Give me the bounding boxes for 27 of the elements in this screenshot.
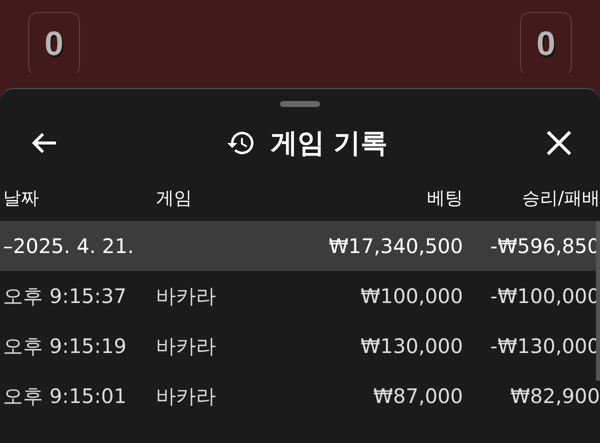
group-result-total: -₩596,850 [489, 234, 600, 258]
back-arrow-icon [30, 131, 58, 155]
date-group-row[interactable]: –2025. 4. 21. ₩17,340,500 -₩596,850 [0, 221, 600, 271]
close-button[interactable] [546, 130, 572, 156]
scrollbar[interactable] [596, 221, 600, 381]
table-cell-text: ₩87,000 [372, 384, 463, 408]
table-cell-text: ₩82,900 [509, 384, 600, 408]
table-cell-text: 오후 9:15:37 [3, 282, 128, 310]
table-cell-text: 바카라 [156, 332, 217, 360]
table-cell-text: -₩130,000 [489, 334, 600, 358]
column-header: 승리/패배 [520, 187, 600, 210]
column-header: 게임 [156, 187, 193, 210]
table-cell-text: ₩100,000 [360, 284, 463, 308]
table-cell-text: 바카라 [156, 282, 217, 310]
table-cell-text: 오후 9:15:19 [3, 332, 128, 360]
group-date: –2025. 4. 21. [3, 234, 135, 258]
table-cell-text: 오후 9:15:01 [3, 382, 128, 410]
table-cell-text: ₩130,000 [360, 334, 463, 358]
sheet-title: 게임 기록 [270, 127, 388, 161]
column-header: 베팅 [426, 187, 463, 210]
table-cell-text: -₩100,000 [489, 284, 600, 308]
group-bet-total: ₩17,340,500 [328, 234, 463, 258]
drag-handle[interactable] [280, 101, 320, 107]
table-cell-text: 바카라 [156, 382, 217, 410]
close-icon [546, 130, 572, 156]
back-button[interactable] [30, 131, 58, 155]
column-header: 날짜 [3, 187, 40, 210]
